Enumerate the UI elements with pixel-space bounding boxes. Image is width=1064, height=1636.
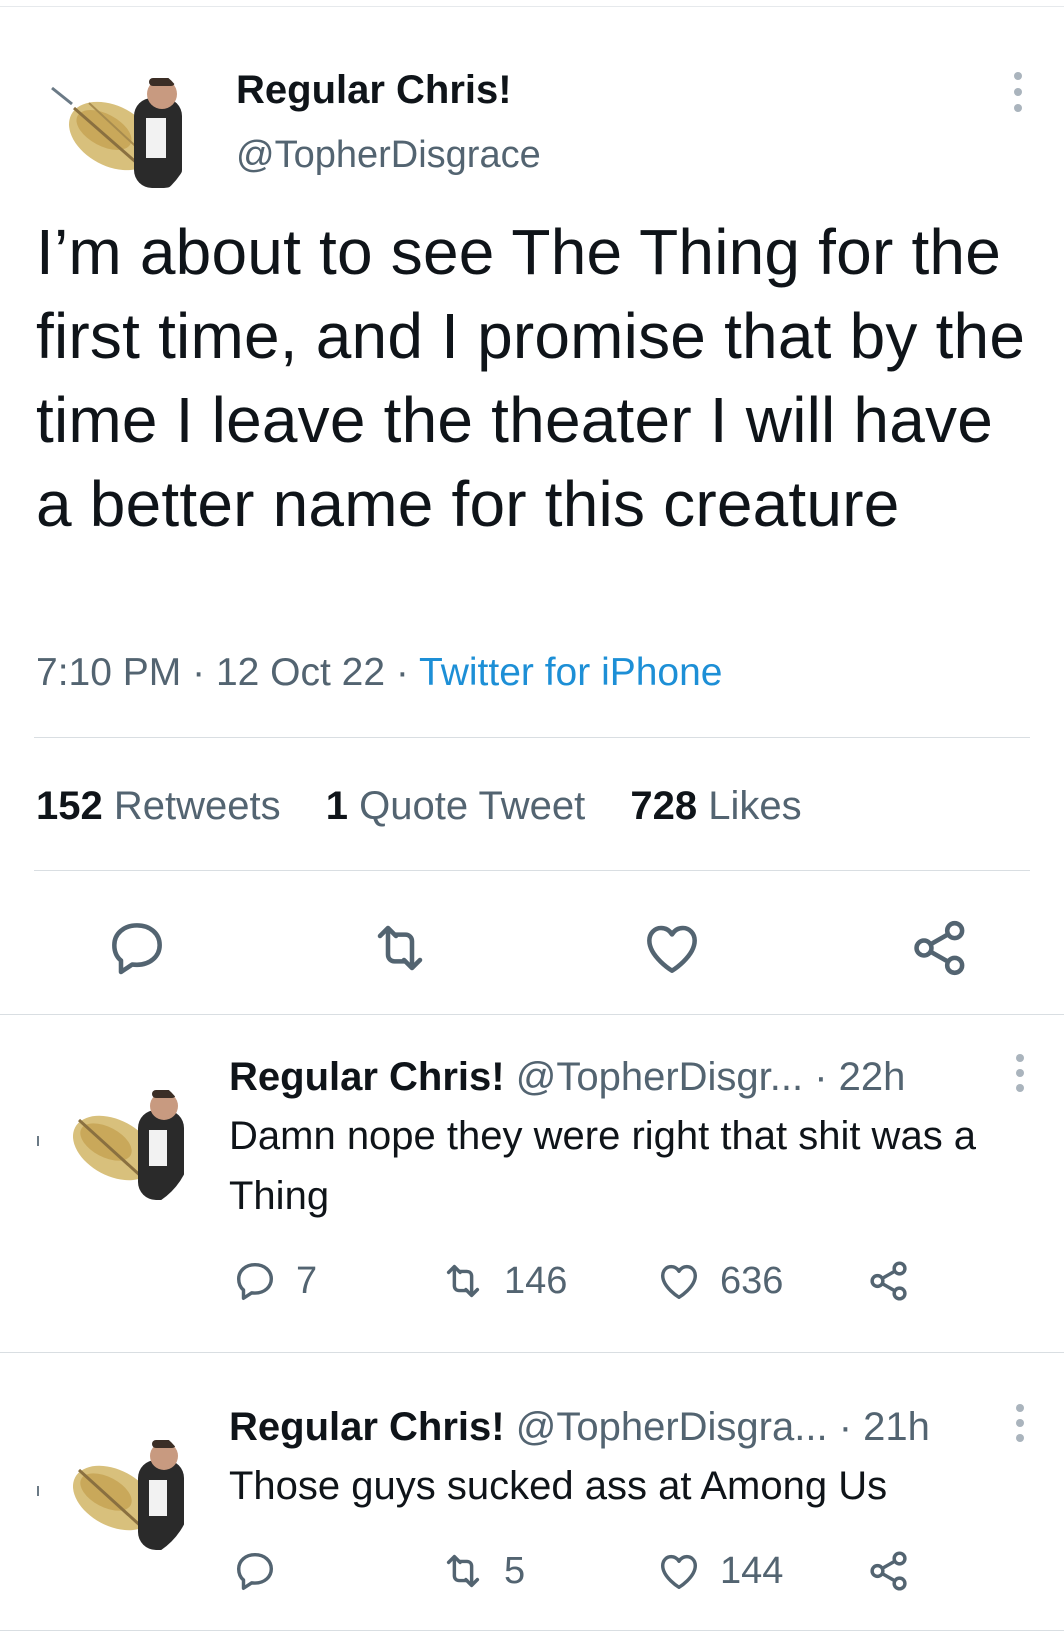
more-icon[interactable] xyxy=(1011,72,1025,112)
reply-time[interactable]: · 22h xyxy=(814,1055,905,1099)
avatar[interactable] xyxy=(34,1418,194,1563)
author-handle[interactable]: @TopherDisgra... xyxy=(516,1405,828,1449)
share-icon xyxy=(870,1551,907,1591)
retweet-button[interactable]: 5 xyxy=(440,1548,525,1594)
divider xyxy=(0,1014,1064,1015)
tweet-meta: 7:10 PM · 12 Oct 22 · Twitter for iPhone xyxy=(36,648,723,698)
reply-text: Damn nope they were right that shit was … xyxy=(229,1114,977,1218)
author-handle[interactable]: @TopherDisgr... xyxy=(516,1055,803,1099)
like-icon xyxy=(660,1554,698,1590)
divider xyxy=(0,1352,1064,1353)
retweet-icon[interactable] xyxy=(368,916,432,980)
author-name[interactable]: Regular Chris! xyxy=(229,1055,505,1099)
like-count: 144 xyxy=(720,1549,784,1592)
retweets-count: 152 xyxy=(36,784,103,828)
divider xyxy=(0,1630,1064,1631)
share-icon[interactable] xyxy=(908,916,972,980)
reply-time[interactable]: · 21h xyxy=(839,1405,930,1449)
divider xyxy=(34,737,1030,738)
reply-header: Regular Chris! @TopherDisgr... · 22h xyxy=(229,1052,905,1102)
top-divider xyxy=(0,6,1064,7)
quotes-label: Quote Tweet xyxy=(359,784,586,828)
meta-separator: · xyxy=(192,651,206,694)
like-count: 636 xyxy=(720,1259,784,1302)
more-icon[interactable] xyxy=(1013,1054,1027,1092)
tweet-source[interactable]: Twitter for iPhone xyxy=(419,651,722,694)
divider xyxy=(34,870,1030,871)
retweet-count: 5 xyxy=(504,1549,526,1592)
likes-stat[interactable]: 728 Likes xyxy=(630,784,801,828)
more-icon[interactable] xyxy=(1013,1404,1027,1442)
likes-label: Likes xyxy=(708,784,802,828)
retweet-button[interactable]: 146 xyxy=(440,1258,567,1304)
reply-header: Regular Chris! @TopherDisgra... · 21h xyxy=(229,1402,930,1452)
tweet-date: 12 Oct 22 xyxy=(215,651,386,694)
retweets-stat[interactable]: 152 Retweets xyxy=(36,784,281,828)
tweet-time: 7:10 PM xyxy=(36,651,182,694)
author-handle[interactable]: @TopherDisgrace xyxy=(236,130,541,180)
share-icon xyxy=(870,1261,907,1301)
reply-icon xyxy=(236,1552,274,1590)
share-button[interactable] xyxy=(866,1258,912,1304)
like-icon[interactable] xyxy=(640,916,704,980)
author-name[interactable]: Regular Chris! xyxy=(229,1405,505,1449)
like-icon xyxy=(660,1264,698,1300)
reply-icon xyxy=(236,1262,274,1300)
reply-text: Those guys sucked ass at Among Us xyxy=(229,1464,888,1508)
retweet-icon xyxy=(446,1554,480,1588)
tweet-stats: 152 Retweets 1 Quote Tweet 728 Likes xyxy=(36,780,836,832)
reply-button[interactable] xyxy=(232,1548,296,1594)
tweet-text: I’m about to see The Thing for the first… xyxy=(36,216,1026,540)
meta-separator: · xyxy=(395,651,409,694)
likes-count: 728 xyxy=(630,784,698,828)
retweet-count: 146 xyxy=(504,1259,568,1302)
quotes-stat[interactable]: 1 Quote Tweet xyxy=(326,784,585,828)
quotes-count: 1 xyxy=(325,784,348,828)
reply-button[interactable]: 7 xyxy=(232,1258,317,1304)
retweet-icon xyxy=(446,1264,480,1298)
avatar[interactable] xyxy=(34,58,194,208)
like-button[interactable]: 144 xyxy=(656,1548,783,1594)
reply-count: 7 xyxy=(296,1259,318,1302)
retweets-label: Retweets xyxy=(113,784,281,828)
author-name[interactable]: Regular Chris! xyxy=(236,64,512,116)
avatar[interactable] xyxy=(34,1068,194,1213)
reply-icon[interactable] xyxy=(105,916,169,980)
share-button[interactable] xyxy=(866,1548,912,1594)
like-button[interactable]: 636 xyxy=(656,1258,783,1304)
